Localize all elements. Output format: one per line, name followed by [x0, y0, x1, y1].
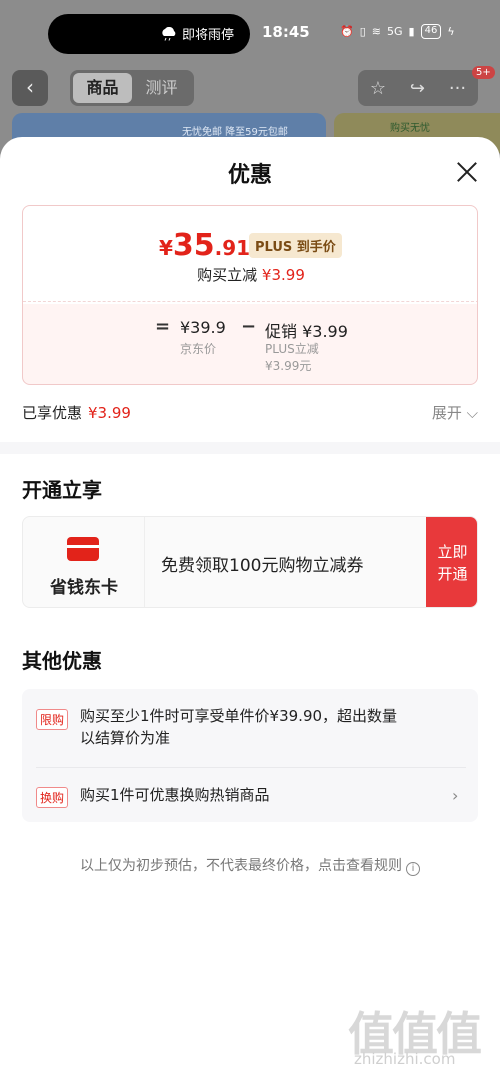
jd-price: ¥39.9	[180, 318, 226, 337]
promo-text-limit-line1: 购买至少1件时可享受单件价¥39.90，超出数量	[80, 707, 398, 725]
info-icon[interactable]: i	[406, 862, 420, 876]
divider	[23, 301, 477, 302]
open-button-line2: 开通	[437, 565, 468, 583]
more-icon[interactable]: ···	[449, 78, 466, 99]
enjoyed-value: ¥3.99	[88, 404, 131, 422]
promo-tag-limit: 限购	[36, 709, 69, 730]
close-icon[interactable]	[452, 157, 482, 187]
weather-text: 即将雨停	[182, 28, 235, 43]
alarm-icon: ⏰	[340, 25, 354, 38]
price-integer: 35	[172, 228, 215, 263]
promo-text-exchange[interactable]: 购买1件可优惠换购热销商品	[80, 784, 270, 806]
battery-icon: 46	[420, 24, 442, 39]
open-button-line1: 立即	[437, 543, 468, 561]
promo-divider	[36, 767, 466, 768]
banner-right-tag: 购买无忧	[390, 123, 430, 134]
vibrate-icon: ▯	[359, 25, 366, 38]
share-icon[interactable]: ↪	[410, 78, 425, 99]
status-bar: 即将雨停 18:45 ⏰ ▯ ≋ 5G ▮ 46 ϟ	[0, 0, 500, 66]
equals-sign: =	[155, 316, 171, 337]
reduce-value: ¥3.99	[261, 266, 305, 284]
clock: 18:45	[262, 23, 310, 41]
message-badge: 5+	[472, 66, 495, 79]
minus-sign: −	[241, 316, 257, 337]
chevron-right-icon[interactable]: ›	[452, 786, 458, 805]
price-symbol: ¥	[159, 236, 173, 260]
price-decimal: .91	[214, 236, 251, 260]
weather-indicator: 即将雨停	[160, 24, 234, 43]
enjoyed-label: 已享优惠	[22, 404, 83, 422]
sheet-title: 优惠	[227, 163, 272, 188]
system-icons: ⏰ ▯ ≋ 5G ▮ 46 ϟ	[340, 24, 455, 39]
back-button[interactable]: ‹	[12, 70, 48, 106]
disclaimer-note[interactable]: 以上仅为初步预估，不代表最终价格，点击查看规则 i	[0, 855, 500, 876]
membership-description: 免费领取100元购物立减券	[161, 556, 364, 576]
reduce-label: 购买立减	[197, 266, 258, 284]
membership-card[interactable]: 省钱东卡 免费领取100元购物立减券 立即 开通	[22, 516, 478, 608]
discount-sheet: 优惠 ¥35.91 PLUS 到手价 购买立减 ¥3.99 = ¥39.9 京东…	[0, 137, 500, 1085]
plus-price-tag: PLUS 到手价	[249, 233, 342, 258]
promo-tag-exchange: 换购	[36, 787, 69, 808]
tab-review[interactable]: 测评	[132, 73, 191, 103]
nav-tabs: 商品 测评	[70, 70, 194, 106]
jd-price-label: 京东价	[180, 342, 217, 356]
background-page: 即将雨停 18:45 ⏰ ▯ ≋ 5G ▮ 46 ϟ ‹ 商品 测评 ☆ ↪ ·…	[0, 0, 500, 160]
section-divider	[0, 442, 500, 454]
open-now-button[interactable]: 立即 开通	[426, 517, 477, 607]
reduce-line: 购买立减 ¥3.99	[23, 264, 477, 285]
promo-value: 促销 ¥3.99	[265, 322, 348, 341]
charging-icon: ϟ	[447, 25, 455, 38]
tab-product[interactable]: 商品	[73, 73, 132, 103]
final-price: ¥35.91	[159, 228, 250, 263]
wifi-icon: ≋	[371, 25, 381, 38]
promo-sub-label: PLUS立减	[265, 342, 319, 356]
other-promotions: 限购 购买至少1件时可享受单件价¥39.90，超出数量 以结算价为准 换购 购买…	[22, 689, 478, 822]
promo-sub-value: ¥3.99元	[265, 359, 312, 373]
signal-icon: ▮	[408, 25, 415, 38]
promo-text-limit-line2: 以结算价为准	[80, 729, 171, 747]
top-nav: ‹ 商品 测评 ☆ ↪ ··· 5+	[0, 66, 500, 110]
promo-text-limit: 购买至少1件时可享受单件价¥39.90，超出数量 以结算价为准	[80, 705, 397, 749]
chevron-left-icon: ‹	[26, 75, 34, 99]
membership-name: 省钱东卡	[50, 578, 118, 598]
cloud-rain-icon	[160, 26, 178, 41]
disclaimer-text: 以上仅为初步预估，不代表最终价格，点击查看规则	[80, 858, 402, 874]
open-section-title: 开通立享	[22, 478, 102, 502]
nav-actions: ☆ ↪ ···	[358, 70, 478, 106]
enjoyed-row: 已享优惠 ¥3.99 展开 ⌵	[22, 402, 478, 423]
star-icon[interactable]: ☆	[370, 78, 386, 99]
other-section-title: 其他优惠	[22, 649, 102, 673]
expand-button[interactable]: 展开 ⌵	[432, 402, 478, 423]
price-card: ¥35.91 PLUS 到手价 购买立减 ¥3.99 = ¥39.9 京东价 −…	[22, 205, 478, 385]
credit-card-icon	[67, 537, 99, 561]
network-label: 5G	[386, 25, 403, 38]
membership-card-left: 省钱东卡	[23, 517, 145, 607]
banner-left-tag: 无忧免邮 降至59元包邮	[182, 127, 288, 138]
site-watermark-url: zhizhizhi.com	[354, 1050, 456, 1068]
